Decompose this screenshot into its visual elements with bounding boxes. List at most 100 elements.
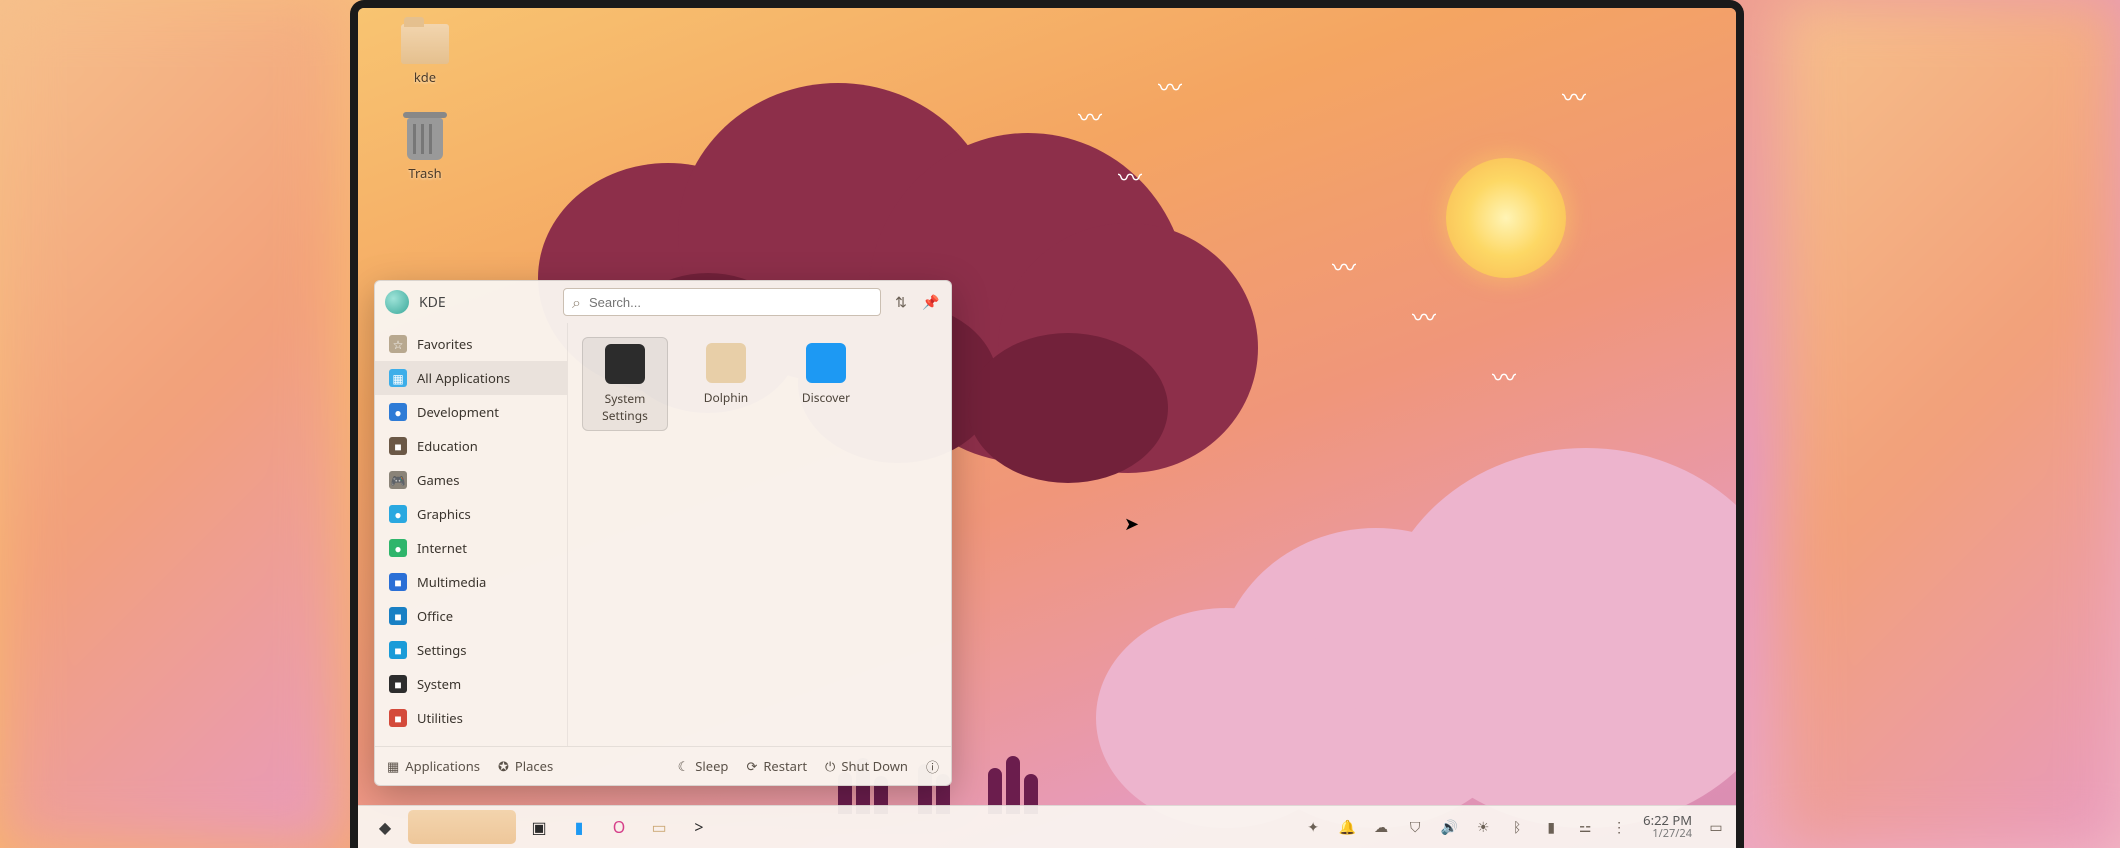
- bezel-blur-right: [1780, 0, 2120, 848]
- moon-icon: ☾: [678, 757, 690, 775]
- restart-button[interactable]: ⟳Restart: [746, 757, 807, 775]
- desktop-icon-label: Trash: [390, 164, 460, 182]
- bell-icon[interactable]: 🔔: [1337, 817, 1357, 837]
- taskbar-files[interactable]: ▭: [642, 810, 676, 844]
- network-icon[interactable]: ⋮: [1609, 817, 1629, 837]
- category-label: Favorites: [417, 335, 472, 353]
- development-icon: ●: [389, 403, 407, 421]
- user-avatar[interactable]: [385, 290, 409, 314]
- grid-icon: ▦: [387, 757, 399, 775]
- application-launcher: KDE ⌕ ⇅ 📌 ☆ Favorites ▦ All Applications ● De…: [374, 280, 952, 786]
- utilities-icon: ■: [389, 709, 407, 727]
- more-button[interactable]: ⓘ: [926, 757, 939, 776]
- category-multimedia[interactable]: ■ Multimedia: [375, 565, 567, 599]
- folder-icon: [401, 24, 449, 64]
- internet-icon: ●: [389, 539, 407, 557]
- category-label: All Applications: [417, 369, 510, 387]
- app-label: SystemSettings: [585, 390, 665, 424]
- shutdown-button[interactable]: ⏻Shut Down: [825, 757, 908, 775]
- category-label: Office: [417, 607, 453, 625]
- app-label: Dolphin: [686, 389, 766, 406]
- restart-icon: ⟳: [746, 757, 757, 775]
- settings-icon: ■: [389, 641, 407, 659]
- category-label: Multimedia: [417, 573, 486, 591]
- office-icon: ■: [389, 607, 407, 625]
- category-development[interactable]: ● Development: [375, 395, 567, 429]
- taskbar-active-win[interactable]: [408, 810, 516, 844]
- bluetooth-icon[interactable]: ᛒ: [1507, 817, 1527, 837]
- taskbar-launcher[interactable]: ◆: [368, 810, 402, 844]
- app-label: Discover: [786, 389, 866, 406]
- app-grid: SystemSettings Dolphin Discover: [568, 323, 951, 746]
- category-all[interactable]: ▦ All Applications: [375, 361, 567, 395]
- category-internet[interactable]: ● Internet: [375, 531, 567, 565]
- places-tab[interactable]: ✪Places: [498, 757, 553, 775]
- category-utilities[interactable]: ■ Utilities: [375, 701, 567, 735]
- desktop-icon-kde[interactable]: kde: [390, 24, 460, 86]
- category-label: Development: [417, 403, 499, 421]
- search-icon: ⌕: [572, 291, 581, 313]
- power-icon: ⏻: [825, 757, 835, 775]
- bird-icon: 〰: [1412, 298, 1436, 334]
- bird-icon: 〰: [1158, 68, 1182, 104]
- desktop-icon-trash[interactable]: Trash: [390, 118, 460, 182]
- bird-icon: 〰: [1118, 158, 1142, 194]
- app-system-settings[interactable]: SystemSettings: [582, 337, 668, 431]
- education-icon: ■: [389, 437, 407, 455]
- favorites-icon: ☆: [389, 335, 407, 353]
- launcher-footer: ▦Applications ✪Places ☾Sleep ⟳Restart ⏻S…: [375, 746, 951, 785]
- cloud-icon[interactable]: ☁: [1371, 817, 1391, 837]
- clock-date: 1/27/24: [1643, 828, 1692, 840]
- desktop-icon-label: kde: [390, 68, 460, 86]
- category-label: Utilities: [417, 709, 463, 727]
- wallpaper-cloud-pink: [1096, 408, 1744, 828]
- volume-icon[interactable]: 🔊: [1439, 817, 1459, 837]
- category-label: Education: [417, 437, 478, 455]
- category-label: System: [417, 675, 461, 693]
- category-graphics[interactable]: ●Graphics: [375, 497, 567, 531]
- multimedia-icon: ■: [389, 573, 407, 591]
- all-icon: ▦: [389, 369, 407, 387]
- category-education[interactable]: ■ Education: [375, 429, 567, 463]
- system-icon: ■: [389, 675, 407, 693]
- taskbar-monitor[interactable]: ▣: [522, 810, 556, 844]
- sleep-button[interactable]: ☾Sleep: [678, 757, 729, 775]
- category-list[interactable]: ☆ Favorites ▦ All Applications ● Development ■…: [375, 323, 568, 746]
- brightness-icon[interactable]: ☀: [1473, 817, 1493, 837]
- applications-tab[interactable]: ▦Applications: [387, 757, 480, 775]
- pin-icon[interactable]: 📌: [921, 292, 941, 312]
- bezel-blur-left: [0, 0, 340, 848]
- taskbar-opera[interactable]: O: [602, 810, 636, 844]
- bird-icon: 〰: [1332, 248, 1356, 284]
- system-tray: ✦ 🔔 ☁ ⛉ 🔊 ☀ ᛒ ▮ ⚍ ⋮ 6:22 PM 1/27/24 ▭: [1303, 814, 1726, 839]
- taskbar-dolphin[interactable]: ▮: [562, 810, 596, 844]
- compass-icon: ✪: [498, 757, 509, 775]
- category-label: Internet: [417, 539, 467, 557]
- category-games[interactable]: 🎮Games: [375, 463, 567, 497]
- bird-icon: 〰: [1078, 98, 1102, 134]
- battery-icon[interactable]: ▮: [1541, 817, 1561, 837]
- info-icon: ⓘ: [926, 757, 939, 776]
- shield-icon[interactable]: ⛉: [1405, 817, 1425, 837]
- category-label: Games: [417, 471, 459, 489]
- sort-icon[interactable]: ⇅: [891, 292, 911, 312]
- bird-icon: 〰: [1492, 358, 1516, 394]
- clock[interactable]: 6:22 PM 1/27/24: [1643, 814, 1692, 839]
- show-desktop-icon[interactable]: ▭: [1706, 817, 1726, 837]
- monitor-screen: 〰 〰 〰 〰 〰 〰 〰 kde Trash KDE ⌕ ⇅ 📌: [350, 0, 1744, 848]
- category-system[interactable]: ■ System: [375, 667, 567, 701]
- app-dolphin[interactable]: Dolphin: [684, 337, 768, 431]
- trash-icon: [407, 118, 443, 160]
- category-office[interactable]: ■ Office: [375, 599, 567, 633]
- category-favorites[interactable]: ☆ Favorites: [375, 327, 567, 361]
- taskbar-konsole[interactable]: >: [682, 810, 716, 844]
- bird-icon: 〰: [1562, 78, 1586, 114]
- taskbar: ◆▣▮O▭> ✦ 🔔 ☁ ⛉ 🔊 ☀ ᛒ ▮ ⚍ ⋮ 6:22 PM 1/27/…: [358, 805, 1736, 848]
- category-settings[interactable]: ■Settings: [375, 633, 567, 667]
- app-discover[interactable]: Discover: [784, 337, 868, 431]
- wifi-icon[interactable]: ⚍: [1575, 817, 1595, 837]
- search-input[interactable]: [587, 294, 872, 311]
- launcher-header: KDE ⌕ ⇅ 📌: [375, 281, 951, 323]
- search-field[interactable]: ⌕: [563, 288, 881, 316]
- star-icon[interactable]: ✦: [1303, 817, 1323, 837]
